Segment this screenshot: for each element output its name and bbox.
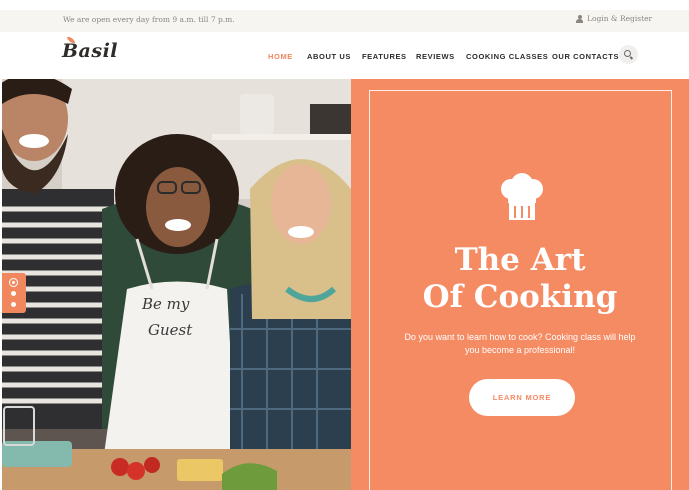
chef-hat-icon	[501, 173, 543, 220]
hero-title-line-1: The Art	[454, 242, 586, 278]
site-header: Basil HOME ABOUT US FEATURES REVIEWS COO…	[0, 32, 689, 78]
nav-our-contacts[interactable]: OUR CONTACTS	[552, 52, 619, 61]
search-icon	[624, 50, 631, 57]
nav-reviews[interactable]: REVIEWS	[416, 52, 455, 61]
hero-title-line-2: Of Cooking	[422, 279, 618, 315]
user-icon	[576, 14, 583, 23]
apron-text-line-1: Be my	[141, 295, 190, 313]
nav-home[interactable]: HOME	[268, 52, 293, 61]
login-register-link[interactable]: Login & Register	[576, 14, 652, 23]
hero-photo: Be my Guest	[2, 79, 351, 490]
hero-panel: The Art Of Cooking Do you want to learn …	[351, 79, 689, 490]
search-button[interactable]	[619, 45, 638, 64]
slide-dot-1[interactable]	[9, 278, 18, 287]
hero-subtitle-line-2: you become a professional!	[464, 345, 576, 355]
hero-photo-illustration: Be my Guest	[2, 79, 351, 490]
main-navigation: HOME ABOUT US FEATURES REVIEWS COOKING C…	[0, 52, 689, 64]
top-info-bar: We are open every day from 9 a.m. till 7…	[0, 10, 689, 32]
hero-subtitle-line-1: Do you want to learn how to cook? Cookin…	[404, 332, 636, 342]
login-register-label: Login & Register	[587, 14, 653, 23]
slide-dot-2[interactable]	[11, 291, 16, 296]
nav-features[interactable]: FEATURES	[362, 52, 407, 61]
learn-more-button[interactable]: LEARN MORE	[469, 379, 575, 416]
nav-about-us[interactable]: ABOUT US	[307, 52, 351, 61]
apron-text-line-2: Guest	[148, 321, 193, 339]
nav-cooking-classes[interactable]: COOKING CLASSES	[466, 52, 548, 61]
opening-hours-text: We are open every day from 9 a.m. till 7…	[63, 15, 235, 24]
slide-dot-3[interactable]	[11, 302, 16, 307]
slider-pagination	[2, 273, 26, 313]
